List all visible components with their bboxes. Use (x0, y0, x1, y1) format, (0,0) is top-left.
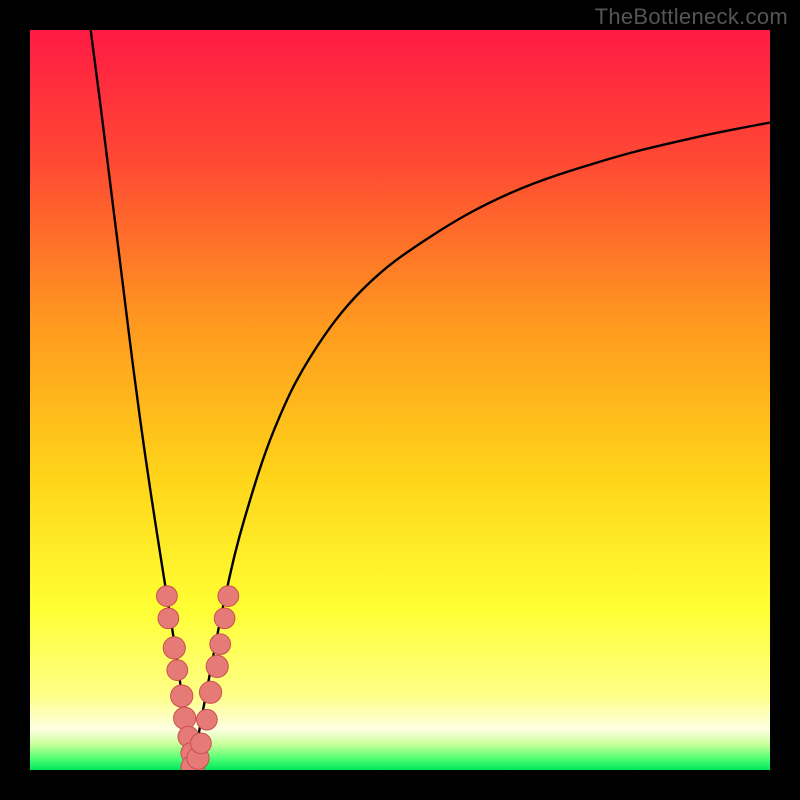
data-dot (206, 655, 228, 677)
data-dot (174, 707, 196, 729)
data-dot (214, 608, 235, 629)
data-dot (197, 709, 218, 730)
data-dot (210, 634, 231, 655)
watermark-text: TheBottleneck.com (595, 4, 788, 30)
curve-right-branch (193, 123, 770, 771)
data-dot (163, 637, 185, 659)
curve-layer (30, 30, 770, 770)
data-dot (218, 586, 239, 607)
data-dots (157, 586, 239, 770)
data-dot (157, 586, 178, 607)
data-dot (167, 660, 188, 681)
data-dot (158, 608, 179, 629)
data-dot (171, 685, 193, 707)
data-dot (191, 733, 212, 754)
data-dot (199, 681, 221, 703)
chart-frame: TheBottleneck.com (0, 0, 800, 800)
plot-area (30, 30, 770, 770)
